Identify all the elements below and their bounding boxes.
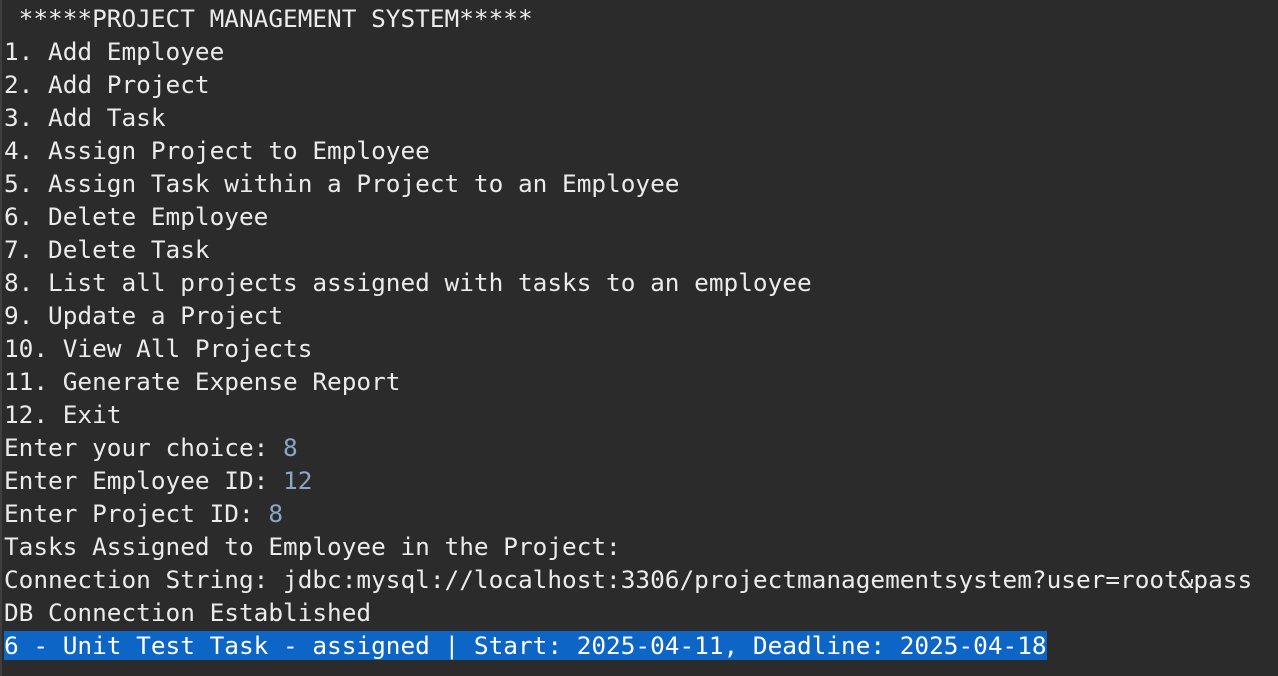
menu-item-2: 2. Add Project [4, 70, 210, 99]
menu-item-1: 1. Add Employee [4, 37, 225, 66]
prompt-label: Enter Employee ID: [4, 466, 284, 495]
menu-item-12: 12. Exit [4, 400, 122, 429]
menu-item-4: 4. Assign Project to Employee [4, 136, 430, 165]
menu-item-5: 5. Assign Task within a Project to an Em… [4, 169, 680, 198]
console-output[interactable]: *****PROJECT MANAGEMENT SYSTEM***** 1. A… [0, 0, 1278, 676]
connection-string: Connection String: jdbc:mysql://localhos… [4, 565, 1253, 594]
choice-input-value[interactable]: 8 [283, 433, 298, 462]
menu-item-3: 3. Add Task [4, 103, 166, 132]
console-title: *****PROJECT MANAGEMENT SYSTEM***** [4, 4, 533, 33]
prompt-choice: Enter your choice: 8 [4, 431, 298, 464]
tasks-header: Tasks Assigned to Employee in the Projec… [4, 532, 621, 561]
prompt-employee-id: Enter Employee ID: 12 [4, 464, 312, 497]
menu-item-6: 6. Delete Employee [4, 202, 269, 231]
menu-item-11: 11. Generate Expense Report [4, 367, 401, 396]
menu-item-10: 10. View All Projects [4, 334, 313, 363]
prompt-project-id: Enter Project ID: 8 [4, 497, 283, 530]
prompt-label: Enter Project ID: [4, 499, 269, 528]
employee-id-input-value[interactable]: 12 [283, 466, 312, 495]
task-result-line[interactable]: 6 - Unit Test Task - assigned | Start: 2… [4, 629, 1047, 662]
menu-item-7: 7. Delete Task [4, 235, 210, 264]
project-id-input-value[interactable]: 8 [268, 499, 283, 528]
menu-item-9: 9. Update a Project [4, 301, 284, 330]
menu-item-8: 8. List all projects assigned with tasks… [4, 268, 812, 297]
db-connection-status: DB Connection Established [4, 598, 372, 627]
prompt-label: Enter your choice: [4, 433, 284, 462]
selected-task-text[interactable]: 6 - Unit Test Task - assigned | Start: 2… [4, 631, 1047, 660]
